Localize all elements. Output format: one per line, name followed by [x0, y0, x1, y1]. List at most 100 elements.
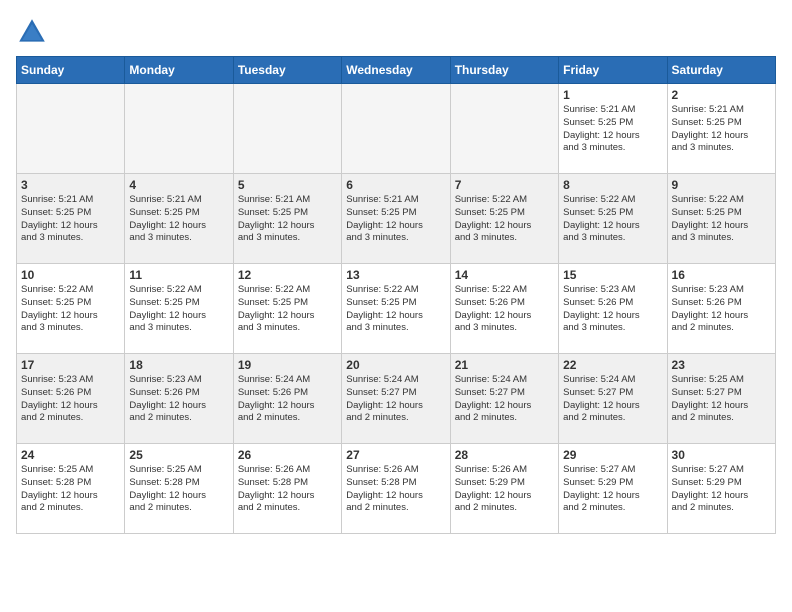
day-info: Sunrise: 5:22 AM Sunset: 5:25 PM Dayligh… — [455, 194, 554, 245]
day-info: Sunrise: 5:27 AM Sunset: 5:29 PM Dayligh… — [563, 464, 662, 515]
day-number: 29 — [563, 448, 662, 462]
day-cell: 12 Sunrise: 5:22 AM Sunset: 5:25 PM Dayli… — [233, 264, 341, 354]
day-info: Sunrise: 5:24 AM Sunset: 5:27 PM Dayligh… — [455, 374, 554, 425]
day-number: 7 — [455, 178, 554, 192]
day-number: 14 — [455, 268, 554, 282]
day-number: 25 — [129, 448, 228, 462]
day-cell: 7 Sunrise: 5:22 AM Sunset: 5:25 PM Daylig… — [450, 174, 558, 264]
day-info: Sunrise: 5:23 AM Sunset: 5:26 PM Dayligh… — [563, 284, 662, 335]
day-number: 2 — [672, 88, 771, 102]
day-cell: 15 Sunrise: 5:23 AM Sunset: 5:26 PM Dayli… — [559, 264, 667, 354]
day-cell: 23 Sunrise: 5:25 AM Sunset: 5:27 PM Dayli… — [667, 354, 775, 444]
day-info: Sunrise: 5:21 AM Sunset: 5:25 PM Dayligh… — [129, 194, 228, 245]
day-cell: 9 Sunrise: 5:22 AM Sunset: 5:25 PM Daylig… — [667, 174, 775, 264]
day-cell: 17 Sunrise: 5:23 AM Sunset: 5:26 PM Dayli… — [17, 354, 125, 444]
day-number: 28 — [455, 448, 554, 462]
day-info: Sunrise: 5:22 AM Sunset: 5:25 PM Dayligh… — [21, 284, 120, 335]
day-cell: 6 Sunrise: 5:21 AM Sunset: 5:25 PM Daylig… — [342, 174, 450, 264]
day-info: Sunrise: 5:22 AM Sunset: 5:25 PM Dayligh… — [563, 194, 662, 245]
day-info: Sunrise: 5:22 AM Sunset: 5:25 PM Dayligh… — [346, 284, 445, 335]
day-info: Sunrise: 5:24 AM Sunset: 5:27 PM Dayligh… — [346, 374, 445, 425]
day-info: Sunrise: 5:26 AM Sunset: 5:29 PM Dayligh… — [455, 464, 554, 515]
day-number: 30 — [672, 448, 771, 462]
day-cell: 4Sunrise: 5:21 AM Sunset: 5:25 PM Daylig… — [125, 174, 233, 264]
day-cell: 10 Sunrise: 5:22 AM Sunset: 5:25 PM Dayli… — [17, 264, 125, 354]
day-info: Sunrise: 5:23 AM Sunset: 5:26 PM Dayligh… — [129, 374, 228, 425]
day-cell: 20 Sunrise: 5:24 AM Sunset: 5:27 PM Dayli… — [342, 354, 450, 444]
day-cell: 30 Sunrise: 5:27 AM Sunset: 5:29 PM Dayli… — [667, 444, 775, 534]
day-number: 8 — [563, 178, 662, 192]
day-info: Sunrise: 5:21 AM Sunset: 5:25 PM Dayligh… — [21, 194, 120, 245]
day-info: Sunrise: 5:24 AM Sunset: 5:27 PM Dayligh… — [563, 374, 662, 425]
day-cell: 28 Sunrise: 5:26 AM Sunset: 5:29 PM Dayli… — [450, 444, 558, 534]
day-number: 10 — [21, 268, 120, 282]
day-info: Sunrise: 5:22 AM Sunset: 5:25 PM Dayligh… — [672, 194, 771, 245]
day-number: 16 — [672, 268, 771, 282]
week-row-4: 24 Sunrise: 5:25 AM Sunset: 5:28 PM Dayli… — [17, 444, 776, 534]
day-info: Sunrise: 5:25 AM Sunset: 5:27 PM Dayligh… — [672, 374, 771, 425]
day-cell: 26Sunrise: 5:26 AM Sunset: 5:28 PM Dayli… — [233, 444, 341, 534]
day-cell: 13 Sunrise: 5:22 AM Sunset: 5:25 PM Dayli… — [342, 264, 450, 354]
day-number: 20 — [346, 358, 445, 372]
day-cell: 25 Sunrise: 5:25 AM Sunset: 5:28 PM Dayli… — [125, 444, 233, 534]
day-number: 24 — [21, 448, 120, 462]
day-cell — [342, 84, 450, 174]
day-cell — [17, 84, 125, 174]
day-cell — [233, 84, 341, 174]
header-cell-monday: Monday — [125, 57, 233, 84]
day-number: 1 — [563, 88, 662, 102]
day-number: 6 — [346, 178, 445, 192]
day-cell: 22 Sunrise: 5:24 AM Sunset: 5:27 PM Dayli… — [559, 354, 667, 444]
day-number: 18 — [129, 358, 228, 372]
day-cell — [450, 84, 558, 174]
day-number: 26 — [238, 448, 337, 462]
day-info: Sunrise: 5:23 AM Sunset: 5:26 PM Dayligh… — [672, 284, 771, 335]
day-number: 27 — [346, 448, 445, 462]
day-number: 23 — [672, 358, 771, 372]
day-cell: 1Sunrise: 5:21 AM Sunset: 5:25 PM Daylig… — [559, 84, 667, 174]
week-row-1: 3 Sunrise: 5:21 AM Sunset: 5:25 PM Daylig… — [17, 174, 776, 264]
header-cell-wednesday: Wednesday — [342, 57, 450, 84]
day-info: Sunrise: 5:21 AM Sunset: 5:25 PM Dayligh… — [346, 194, 445, 245]
header-cell-thursday: Thursday — [450, 57, 558, 84]
day-cell: 24Sunrise: 5:25 AM Sunset: 5:28 PM Dayli… — [17, 444, 125, 534]
week-row-0: 1Sunrise: 5:21 AM Sunset: 5:25 PM Daylig… — [17, 84, 776, 174]
day-cell: 19 Sunrise: 5:24 AM Sunset: 5:26 PM Dayli… — [233, 354, 341, 444]
day-info: Sunrise: 5:23 AM Sunset: 5:26 PM Dayligh… — [21, 374, 120, 425]
day-cell: 8 Sunrise: 5:22 AM Sunset: 5:25 PM Daylig… — [559, 174, 667, 264]
day-cell: 11 Sunrise: 5:22 AM Sunset: 5:25 PM Dayli… — [125, 264, 233, 354]
day-number: 22 — [563, 358, 662, 372]
day-number: 5 — [238, 178, 337, 192]
header-row: SundayMondayTuesdayWednesdayThursdayFrid… — [17, 57, 776, 84]
day-cell: 5 Sunrise: 5:21 AM Sunset: 5:25 PM Daylig… — [233, 174, 341, 264]
logo-icon — [16, 16, 48, 48]
day-number: 21 — [455, 358, 554, 372]
day-cell: 2Sunrise: 5:21 AM Sunset: 5:25 PM Daylig… — [667, 84, 775, 174]
header-cell-saturday: Saturday — [667, 57, 775, 84]
day-info: Sunrise: 5:22 AM Sunset: 5:25 PM Dayligh… — [238, 284, 337, 335]
day-cell: 27 Sunrise: 5:26 AM Sunset: 5:28 PM Dayli… — [342, 444, 450, 534]
day-number: 15 — [563, 268, 662, 282]
day-cell: 14Sunrise: 5:22 AM Sunset: 5:26 PM Dayli… — [450, 264, 558, 354]
calendar-table: SundayMondayTuesdayWednesdayThursdayFrid… — [16, 56, 776, 534]
day-number: 13 — [346, 268, 445, 282]
day-number: 3 — [21, 178, 120, 192]
header — [16, 16, 776, 48]
day-info: Sunrise: 5:26 AM Sunset: 5:28 PM Dayligh… — [346, 464, 445, 515]
day-number: 11 — [129, 268, 228, 282]
day-cell: 21 Sunrise: 5:24 AM Sunset: 5:27 PM Dayli… — [450, 354, 558, 444]
day-info: Sunrise: 5:24 AM Sunset: 5:26 PM Dayligh… — [238, 374, 337, 425]
day-cell: 3 Sunrise: 5:21 AM Sunset: 5:25 PM Daylig… — [17, 174, 125, 264]
day-number: 9 — [672, 178, 771, 192]
day-number: 19 — [238, 358, 337, 372]
day-info: Sunrise: 5:27 AM Sunset: 5:29 PM Dayligh… — [672, 464, 771, 515]
day-cell: 18 Sunrise: 5:23 AM Sunset: 5:26 PM Dayli… — [125, 354, 233, 444]
day-info: Sunrise: 5:25 AM Sunset: 5:28 PM Dayligh… — [129, 464, 228, 515]
day-number: 12 — [238, 268, 337, 282]
day-info: Sunrise: 5:21 AM Sunset: 5:25 PM Dayligh… — [238, 194, 337, 245]
day-info: Sunrise: 5:22 AM Sunset: 5:25 PM Dayligh… — [129, 284, 228, 335]
day-cell — [125, 84, 233, 174]
header-cell-friday: Friday — [559, 57, 667, 84]
logo — [16, 16, 52, 48]
day-number: 17 — [21, 358, 120, 372]
